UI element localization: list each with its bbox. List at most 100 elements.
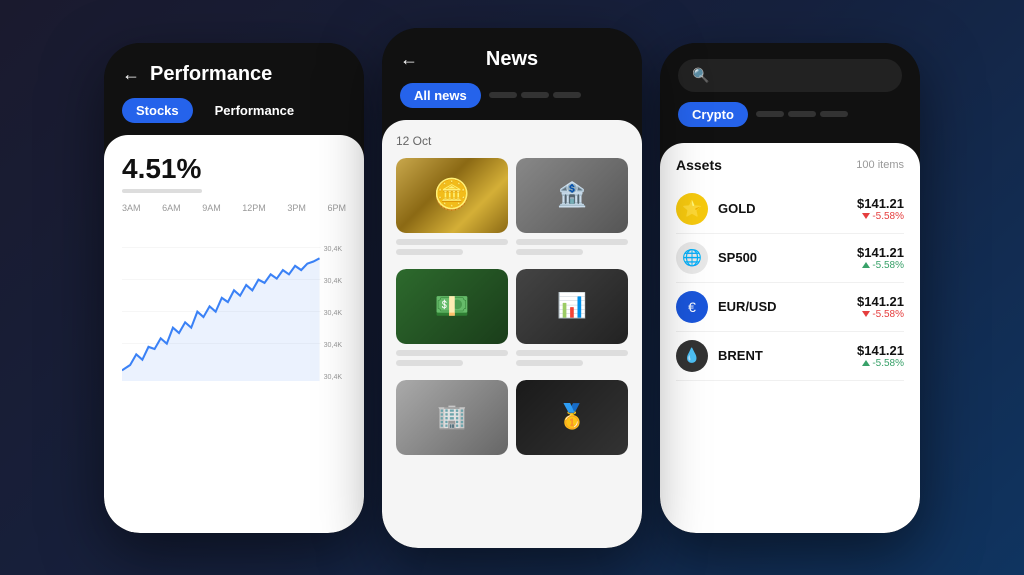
news-grid-1 (396, 158, 628, 259)
news-content: 12 Oct (382, 120, 642, 548)
performance-bar (122, 189, 202, 193)
news-text-line (396, 350, 508, 356)
performance-title: Performance (150, 63, 272, 86)
stocks-tab[interactable]: Stocks (122, 98, 193, 123)
crypto-header: 🔍 Crypto (660, 43, 920, 143)
performance-chart: 30,4K 30,4K 30,4K 30,4K 30,4K (122, 221, 346, 381)
news-text-line (516, 239, 628, 245)
news-image-building (396, 380, 508, 455)
performance-header: ← Performance (104, 43, 364, 98)
brent-price-group: $141.21 -5.58% (857, 343, 904, 369)
news-text-line (516, 350, 628, 356)
search-bar[interactable]: 🔍 (678, 59, 902, 92)
phone-performance: ← Performance Stocks Performance 4.51% 3… (104, 43, 364, 533)
svg-text:30,4K: 30,4K (324, 243, 343, 252)
svg-text:30,4K: 30,4K (324, 339, 343, 348)
eurusd-price-group: $141.21 -5.58% (857, 294, 904, 320)
news-text-line-short (516, 249, 583, 255)
wallst-image (516, 158, 628, 233)
gold-price: $141.21 (857, 196, 904, 211)
news-item-coins[interactable] (396, 158, 508, 259)
chart-area: 30,4K 30,4K 30,4K 30,4K 30,4K (122, 221, 346, 381)
phone-news: ← News All news 12 Oct (382, 28, 642, 548)
sp500-price: $141.21 (857, 245, 904, 260)
trader-image (516, 269, 628, 344)
performance-screen: ← Performance Stocks Performance 4.51% 3… (104, 43, 364, 533)
asset-item-brent[interactable]: 💧 BRENT $141.21 -5.58% (676, 332, 904, 381)
svg-text:30,4K: 30,4K (324, 275, 343, 284)
news-back-arrow-icon[interactable]: ← (400, 49, 418, 70)
time-labels: 3AM 6AM 9AM 12PM 3PM 6PM (122, 203, 346, 213)
time-9am: 9AM (202, 203, 221, 213)
news-image-money (396, 269, 508, 344)
news-item-gold2[interactable] (516, 380, 628, 455)
news-grid-3 (396, 380, 628, 455)
assets-header: Assets 100 items (676, 157, 904, 173)
gold2-image (516, 380, 628, 455)
news-image-gold2 (516, 380, 628, 455)
crypto-tab-dot-3 (820, 111, 848, 117)
news-text-line-short (516, 360, 583, 366)
time-12pm: 12PM (242, 203, 266, 213)
news-text-wallst (516, 239, 628, 255)
assets-count: 100 items (856, 159, 904, 171)
asset-item-eurusd[interactable]: € EUR/USD $141.21 -5.58% (676, 283, 904, 332)
sp500-icon: 🌐 (676, 242, 708, 274)
gold-icon: ⭐ (676, 193, 708, 225)
time-6am: 6AM (162, 203, 181, 213)
news-tab-dots (489, 92, 581, 98)
phone-crypto: 🔍 Crypto Assets 100 items (660, 43, 920, 533)
crypto-tab[interactable]: Crypto (678, 102, 748, 127)
sp500-change-arrow (862, 262, 870, 268)
eurusd-change: -5.58% (857, 309, 904, 320)
crypto-screen: 🔍 Crypto Assets 100 items (660, 43, 920, 533)
svg-text:30,4K: 30,4K (324, 307, 343, 316)
news-title: News (428, 48, 596, 71)
news-grid-2 (396, 269, 628, 370)
eurusd-icon: € (676, 291, 708, 323)
crypto-tab-bar: Crypto (678, 102, 902, 135)
eurusd-price: $141.21 (857, 294, 904, 309)
news-header: ← News (382, 28, 642, 83)
news-image-wallst (516, 158, 628, 233)
news-tab-dot-3 (553, 92, 581, 98)
svg-text:30,4K: 30,4K (324, 371, 343, 380)
news-item-building[interactable] (396, 380, 508, 455)
asset-item-gold[interactable]: ⭐ GOLD $141.21 -5.58% (676, 185, 904, 234)
performance-tab-bar: Stocks Performance (104, 98, 364, 135)
time-3pm: 3PM (287, 203, 306, 213)
search-icon: 🔍 (692, 67, 709, 84)
gold-price-group: $141.21 -5.58% (857, 196, 904, 222)
time-3am: 3AM (122, 203, 141, 213)
phones-container: ← Performance Stocks Performance 4.51% 3… (84, 8, 940, 568)
performance-tab[interactable]: Performance (201, 98, 308, 123)
news-screen: ← News All news 12 Oct (382, 28, 642, 548)
building-image (396, 380, 508, 455)
back-arrow-icon[interactable]: ← (122, 64, 140, 85)
gold-change: -5.58% (857, 211, 904, 222)
crypto-tab-dot-2 (788, 111, 816, 117)
news-tab-dot-1 (489, 92, 517, 98)
news-text-line-short (396, 249, 463, 255)
sp500-change: -5.58% (857, 260, 904, 271)
all-news-tab[interactable]: All news (400, 83, 481, 108)
gold-name: GOLD (718, 201, 847, 216)
news-text-line-short (396, 360, 463, 366)
crypto-tab-dots (756, 111, 848, 117)
news-item-trader[interactable] (516, 269, 628, 370)
eurusd-change-arrow (862, 311, 870, 317)
asset-item-sp500[interactable]: 🌐 SP500 $141.21 -5.58% (676, 234, 904, 283)
gold-change-arrow (862, 213, 870, 219)
brent-price: $141.21 (857, 343, 904, 358)
news-text-trader (516, 350, 628, 366)
news-item-wallst[interactable] (516, 158, 628, 259)
brent-name: BRENT (718, 348, 847, 363)
news-text-line (396, 239, 508, 245)
news-tab-bar: All news (382, 83, 642, 120)
performance-percent: 4.51% (122, 153, 346, 185)
news-image-coins (396, 158, 508, 233)
news-item-money[interactable] (396, 269, 508, 370)
coins-image (396, 158, 508, 233)
performance-content: 4.51% 3AM 6AM 9AM 12PM 3PM 6PM (104, 135, 364, 533)
news-date: 12 Oct (396, 134, 628, 148)
